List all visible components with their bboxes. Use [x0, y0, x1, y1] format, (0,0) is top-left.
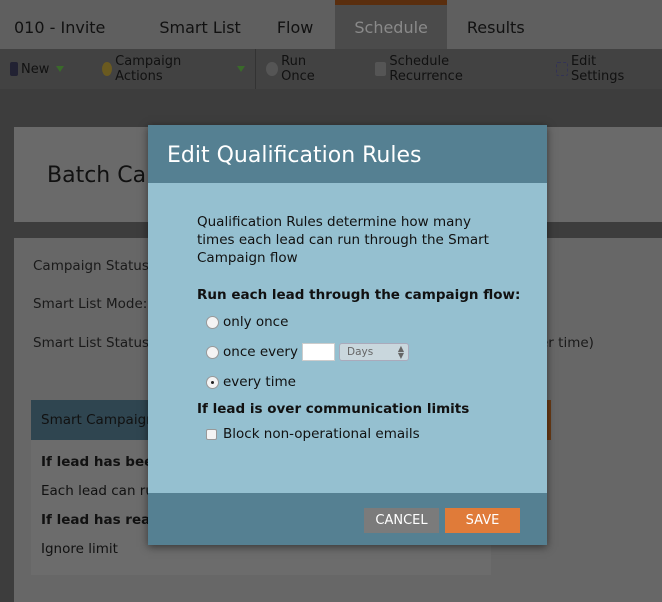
- tab-bar: 010 - Invite Smart List Flow Schedule Re…: [0, 0, 662, 49]
- smart-list-status-label: Smart List Status:: [33, 335, 154, 351]
- option-once-every[interactable]: once every Days ▲ ▼: [206, 337, 547, 367]
- tab-results[interactable]: Results: [447, 0, 539, 49]
- cancel-button[interactable]: CANCEL: [364, 508, 439, 533]
- new-button[interactable]: New: [0, 49, 74, 89]
- radio-only-once[interactable]: [206, 315, 219, 329]
- option-only-once[interactable]: only once: [206, 307, 547, 337]
- campaign-status-label: Campaign Status:: [33, 258, 154, 274]
- pencil-icon: [556, 62, 568, 76]
- toolbar: New Campaign Actions Run Once Schedule R…: [0, 49, 662, 89]
- rule1-title: If lead has been: [41, 454, 163, 470]
- tab-smart-list[interactable]: Smart List: [119, 0, 254, 49]
- limits-title: If lead is over communication limits: [197, 401, 470, 417]
- rule2-title: If lead has reac: [41, 512, 159, 528]
- block-emails-option[interactable]: Block non-operational emails: [206, 419, 547, 449]
- new-icon: [10, 62, 18, 76]
- tab-flow[interactable]: Flow: [255, 0, 336, 49]
- smart-list-status-value: er time): [540, 335, 594, 351]
- interval-input[interactable]: [301, 343, 335, 361]
- dropdown-arrow-icon: [237, 66, 246, 72]
- radio-once-every[interactable]: [206, 345, 219, 359]
- dropdown-arrow-icon: [56, 66, 65, 72]
- save-button[interactable]: SAVE: [445, 508, 520, 533]
- option-every-time[interactable]: every time: [206, 367, 547, 397]
- run-once-button[interactable]: Run Once: [256, 49, 352, 89]
- dialog-title: Edit Qualification Rules: [148, 125, 547, 183]
- calendar-icon: [374, 62, 387, 76]
- radio-every-time[interactable]: [206, 375, 219, 389]
- page-title: Batch Ca: [47, 163, 147, 188]
- lightbulb-icon: [102, 62, 113, 76]
- dialog-intro: Qualification Rules determine how many t…: [197, 214, 489, 266]
- tab-schedule[interactable]: Schedule: [335, 0, 447, 49]
- run-question: Run each lead through the campaign flow:: [197, 287, 521, 303]
- run-icon: [266, 62, 279, 76]
- rule1-value: Each lead can ru: [41, 483, 154, 499]
- edit-qualification-rules-dialog: Edit Qualification Rules Qualification R…: [148, 125, 547, 545]
- tab-program[interactable]: 010 - Invite: [0, 0, 119, 49]
- block-emails-checkbox[interactable]: [206, 428, 217, 440]
- dialog-footer: CANCEL SAVE: [148, 493, 547, 545]
- schedule-recurrence-button[interactable]: Schedule Recurrence: [353, 49, 535, 89]
- campaign-actions-button[interactable]: Campaign Actions: [74, 49, 255, 89]
- edit-settings-button[interactable]: Edit Settings: [534, 49, 662, 89]
- rule2-value: Ignore limit: [41, 541, 118, 557]
- interval-unit-select[interactable]: Days ▲ ▼: [338, 343, 409, 361]
- select-arrows-icon: ▲ ▼: [397, 344, 404, 360]
- smart-list-mode-label: Smart List Mode:: [33, 296, 148, 312]
